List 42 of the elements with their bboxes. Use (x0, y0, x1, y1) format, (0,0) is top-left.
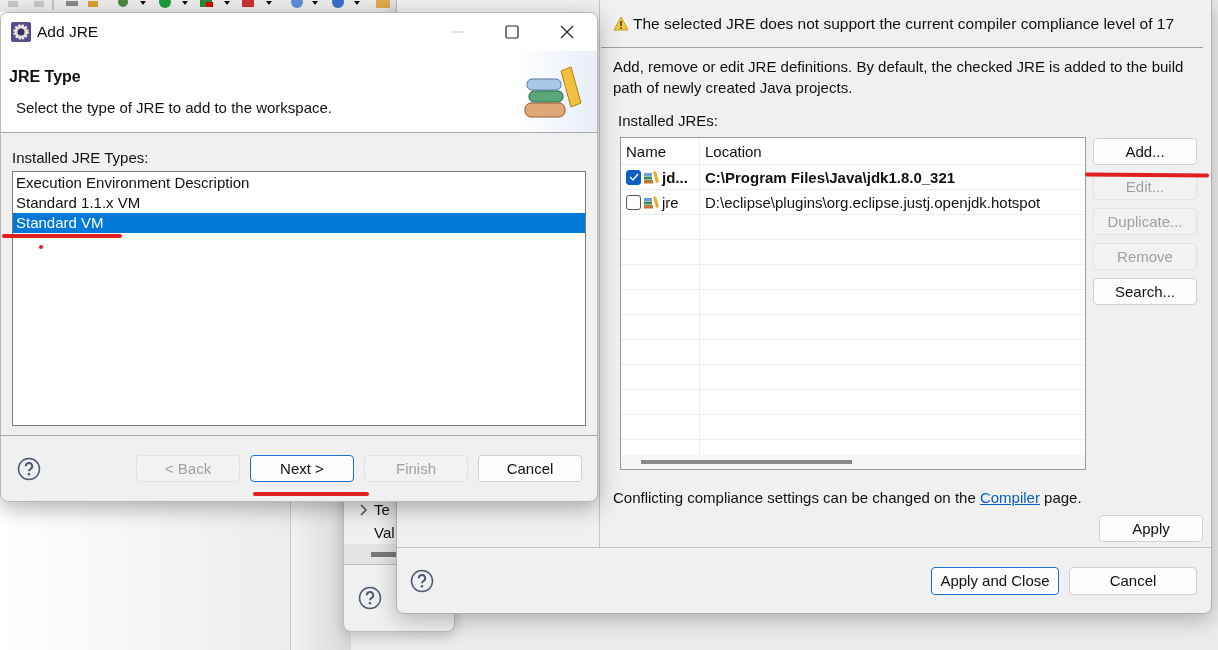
page-title: JRE Type (9, 66, 82, 87)
table-cell: jre (662, 193, 679, 211)
tree-item-label[interactable]: Te (374, 501, 390, 518)
jre-action-button[interactable]: Add... (1093, 138, 1197, 165)
help-icon[interactable] (358, 586, 382, 610)
description-text: Add, remove or edit JRE definitions. By default, the checked JRE is added to the build path of newly created Java projects. (613, 57, 1185, 98)
table-cell: C:\Program Files\Java\jdk1.8.0_321 (705, 168, 956, 186)
list-item[interactable]: Standard VM (13, 213, 585, 233)
close-icon[interactable] (560, 25, 574, 39)
dialog-button[interactable]: Apply and Close (931, 566, 1059, 595)
list-label: Installed JRE Types: (12, 148, 150, 168)
warning-message: The selected JRE does not support the current compiler compliance level of 17 (633, 14, 1175, 33)
installed-jres-label: Installed JREs: (617, 111, 720, 131)
jre-action-button[interactable]: Search... (1093, 278, 1197, 305)
wizard-button[interactable]: Next > (250, 455, 354, 482)
list-item[interactable]: Execution Environment Description (13, 173, 585, 193)
wizard-button[interactable]: Cancel (478, 455, 582, 482)
annotation-dot (39, 245, 43, 249)
column-header[interactable]: Location (700, 138, 1085, 164)
list-item[interactable]: Standard 1.1.x VM (13, 193, 585, 213)
dialog-button[interactable]: Cancel (1069, 566, 1197, 595)
eclipse-gear-icon (11, 22, 31, 42)
compiler-link[interactable]: Compiler (979, 489, 1040, 506)
help-icon[interactable] (410, 568, 434, 593)
page-description: Select the type of JRE to add to the workspace. (15, 97, 333, 118)
warning-icon (613, 16, 629, 31)
chevron-icon[interactable] (360, 503, 368, 516)
tree-item-label[interactable]: Val (374, 524, 395, 541)
checkbox[interactable] (626, 194, 641, 210)
column-header[interactable]: Name (621, 138, 700, 164)
apply-button[interactable]: Apply (1099, 515, 1203, 542)
help-icon[interactable] (17, 456, 41, 481)
library-icon (644, 170, 659, 184)
window-title: Add JRE (37, 23, 99, 41)
maximize-icon[interactable] (505, 25, 519, 39)
library-icon (644, 195, 659, 209)
scrollbar-thumb[interactable] (641, 460, 852, 464)
compliance-note: Conflicting compliance settings can be changed on the Compiler page. (613, 488, 1083, 508)
scrollbar-thumb[interactable] (371, 551, 396, 557)
checkbox[interactable] (626, 169, 641, 185)
table-cell: D:\eclipse\plugins\org.eclipse.justj.openjdk.hotspot (705, 193, 1041, 211)
table-cell: jd... (662, 168, 688, 186)
